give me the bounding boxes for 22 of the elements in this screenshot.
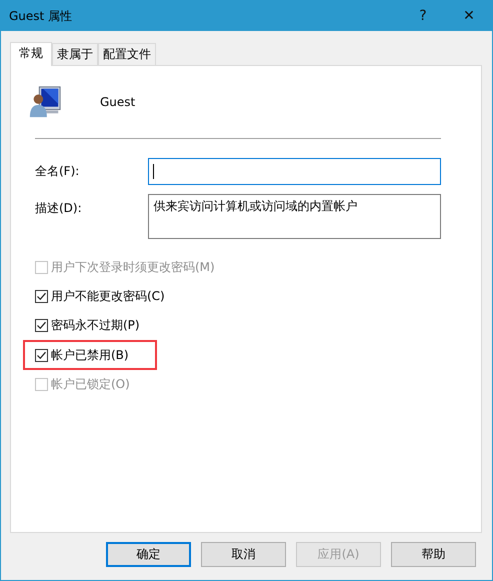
dialog-button[interactable]: 取消	[201, 542, 286, 567]
checkbox[interactable]: 密码永不过期(P)	[35, 317, 140, 334]
check-icon	[36, 291, 47, 302]
close-button[interactable]: ✕	[446, 1, 492, 31]
check-icon	[36, 320, 47, 331]
tab[interactable]: 常规	[10, 42, 52, 66]
tab[interactable]: 隶属于	[52, 43, 98, 65]
check-icon	[36, 350, 47, 360]
input-field[interactable]: 供来宾访问计算机或访问域的内置帐户	[148, 194, 441, 239]
dialog-button[interactable]: 帮助	[391, 542, 476, 567]
field-label: 描述(D):	[35, 200, 83, 217]
field-label: 全名(F):	[35, 162, 80, 180]
checkbox[interactable]: 帐户已禁用(B)	[35, 346, 129, 364]
text-cursor	[153, 164, 154, 178]
help-button[interactable]: ?	[400, 1, 446, 31]
checkbox[interactable]: 用户不能更改密码(C)	[35, 288, 165, 305]
user-name: Guest	[100, 95, 136, 109]
user-computer-icon	[28, 85, 62, 119]
window-title: Guest 属性	[8, 8, 74, 24]
tab[interactable]: 配置文件	[98, 43, 156, 65]
dialog-button[interactable]: 确定	[106, 542, 191, 567]
input-field[interactable]	[148, 158, 441, 184]
